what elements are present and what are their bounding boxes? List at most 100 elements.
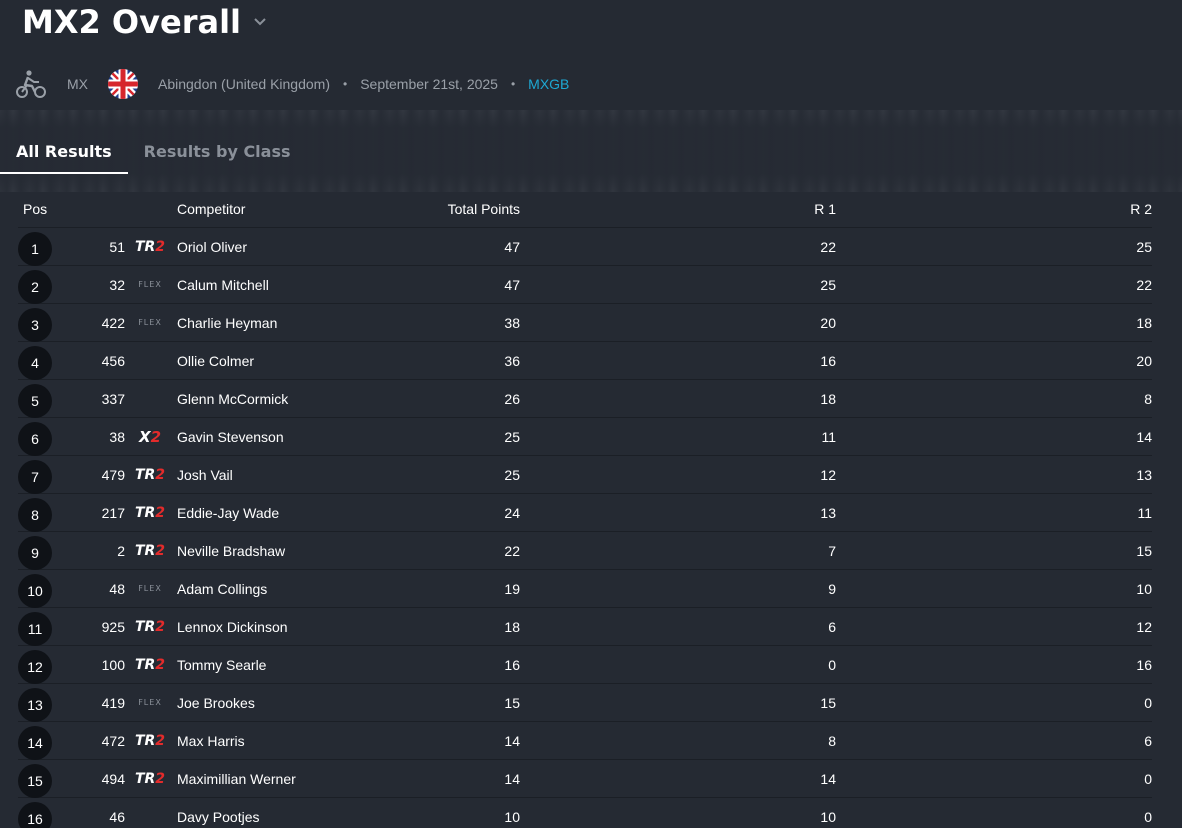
position-badge: 13 [18,688,52,722]
race2-points: 10 [1136,580,1152,597]
table-row[interactable]: 12 100 TR2 Tommy Searle 16 0 16 [18,646,1152,684]
rider-number: 925 [101,618,125,635]
flex-brand-logo: FLEX [138,698,162,707]
position-badge: 3 [18,308,52,342]
table-row[interactable]: 6 38 X2 Gavin Stevenson 25 11 14 [18,418,1152,456]
competitor-name[interactable]: Gavin Stevenson [177,429,284,445]
tr2-brand-logo: TR2 [134,618,166,635]
competitor-name[interactable]: Oriol Oliver [177,239,247,255]
tr2-brand-logo: TR2 [134,542,166,559]
table-row[interactable]: 2 32 FLEX Calum Mitchell 47 25 22 [18,266,1152,304]
total-points: 24 [504,504,520,521]
position-badge: 11 [18,612,52,646]
position-badge: 14 [18,726,52,760]
total-points: 47 [504,276,520,293]
total-points: 19 [504,580,520,597]
competitor-name[interactable]: Glenn McCormick [177,391,288,407]
header-total-points: Total Points [447,200,520,217]
header-pos: Pos [23,200,48,217]
competitor-name[interactable]: Lennox Dickinson [177,619,288,635]
race2-points: 20 [1136,352,1152,369]
competitor-name[interactable]: Maximillian Werner [177,771,296,787]
competitor-name[interactable]: Ollie Colmer [177,353,254,369]
race1-points: 11 [821,428,836,445]
table-header: Pos Competitor Total Points R 1 R 2 [18,190,1152,228]
race2-points: 12 [1136,618,1152,635]
competitor-name[interactable]: Davy Pootjes [177,809,259,825]
race1-points: 0 [828,656,836,673]
rider-number: 472 [101,732,125,749]
race2-points: 15 [1136,542,1152,559]
table-row[interactable]: 16 46 Davy Pootjes 10 10 0 [18,798,1152,828]
sport-label: MX [67,76,88,92]
header-r1: R 1 [814,200,836,217]
table-row[interactable]: 7 479 TR2 Josh Vail 25 12 13 [18,456,1152,494]
page-title: MX2 Overall [22,3,241,41]
race1-points: 10 [820,808,836,825]
motorbike-icon [15,68,47,100]
total-points: 10 [504,808,520,825]
table-row[interactable]: 15 494 TR2 Maximillian Werner 14 14 0 [18,760,1152,798]
competitor-name[interactable]: Joe Brookes [177,695,255,711]
table-row[interactable]: 3 422 FLEX Charlie Heyman 38 20 18 [18,304,1152,342]
event-header: MX2 Overall MX Abingdon (United Kingdom)… [0,0,1182,112]
table-row[interactable]: 8 217 TR2 Eddie-Jay Wade 24 13 11 [18,494,1152,532]
rider-number: 494 [101,770,125,787]
title-row: MX2 Overall [22,0,267,44]
race1-points: 15 [820,694,836,711]
total-points: 14 [504,732,520,749]
table-row[interactable]: 13 419 FLEX Joe Brookes 15 15 0 [18,684,1152,722]
position-badge: 8 [18,498,52,532]
rider-number: 456 [101,352,125,369]
competitor-name[interactable]: Calum Mitchell [177,277,269,293]
position-badge: 16 [18,802,52,828]
competitor-name[interactable]: Tommy Searle [177,657,266,673]
competitor-name[interactable]: Adam Collings [177,581,267,597]
table-row[interactable]: 11 925 TR2 Lennox Dickinson 18 6 12 [18,608,1152,646]
position-badge: 15 [18,764,52,798]
flex-brand-logo: FLEX [138,584,162,593]
header-r2: R 2 [1130,200,1152,217]
tab-results-by-class[interactable]: Results by Class [128,128,307,174]
rider-number: 100 [101,656,125,673]
position-badge: 6 [18,422,52,456]
rider-number: 32 [109,276,125,293]
tr2-brand-logo: TR2 [134,466,166,483]
table-body: 1 51 TR2 Oriol Oliver 47 22 25 2 32 FLEX Calum Mit… [18,228,1152,828]
rider-number: 217 [101,504,125,521]
total-points: 26 [504,390,520,407]
race2-points: 18 [1136,314,1152,331]
total-points: 47 [504,238,520,255]
race1-points: 22 [820,238,836,255]
position-badge: 1 [18,232,52,266]
race2-points: 16 [1136,656,1152,673]
table-row[interactable]: 10 48 FLEX Adam Collings 19 9 10 [18,570,1152,608]
series-link[interactable]: MXGB [528,76,569,92]
table-row[interactable]: 9 2 TR2 Neville Bradshaw 22 7 15 [18,532,1152,570]
race2-points: 11 [1137,504,1152,521]
race2-points: 14 [1136,428,1152,445]
competitor-name[interactable]: Charlie Heyman [177,315,277,331]
flex-brand-logo: FLEX [138,318,162,327]
rider-number: 479 [101,466,125,483]
competitor-name[interactable]: Eddie-Jay Wade [177,505,279,521]
chevron-down-icon[interactable] [253,15,267,29]
competitor-name[interactable]: Josh Vail [177,467,233,483]
table-row[interactable]: 1 51 TR2 Oriol Oliver 47 22 25 [18,228,1152,266]
competitor-name[interactable]: Max Harris [177,733,245,749]
tab-all-results[interactable]: All Results [0,128,128,174]
event-meta: MX Abingdon (United Kingdom) • September… [15,66,569,102]
table-row[interactable]: 5 337 Glenn McCormick 26 18 8 [18,380,1152,418]
total-points: 38 [504,314,520,331]
race1-points: 16 [820,352,836,369]
tr2-brand-logo: TR2 [134,732,166,749]
table-row[interactable]: 4 456 Ollie Colmer 36 16 20 [18,342,1152,380]
competitor-name[interactable]: Neville Bradshaw [177,543,285,559]
results-table: Pos Competitor Total Points R 1 R 2 1 5 1 T… [18,190,1152,828]
race1-points: 14 [820,770,836,787]
table-row[interactable]: 14 472 TR2 Max Harris 14 8 6 [18,722,1152,760]
total-points: 16 [504,656,520,673]
position-badge: 4 [18,346,52,380]
total-points: 22 [504,542,520,559]
race2-points: 22 [1136,276,1152,293]
